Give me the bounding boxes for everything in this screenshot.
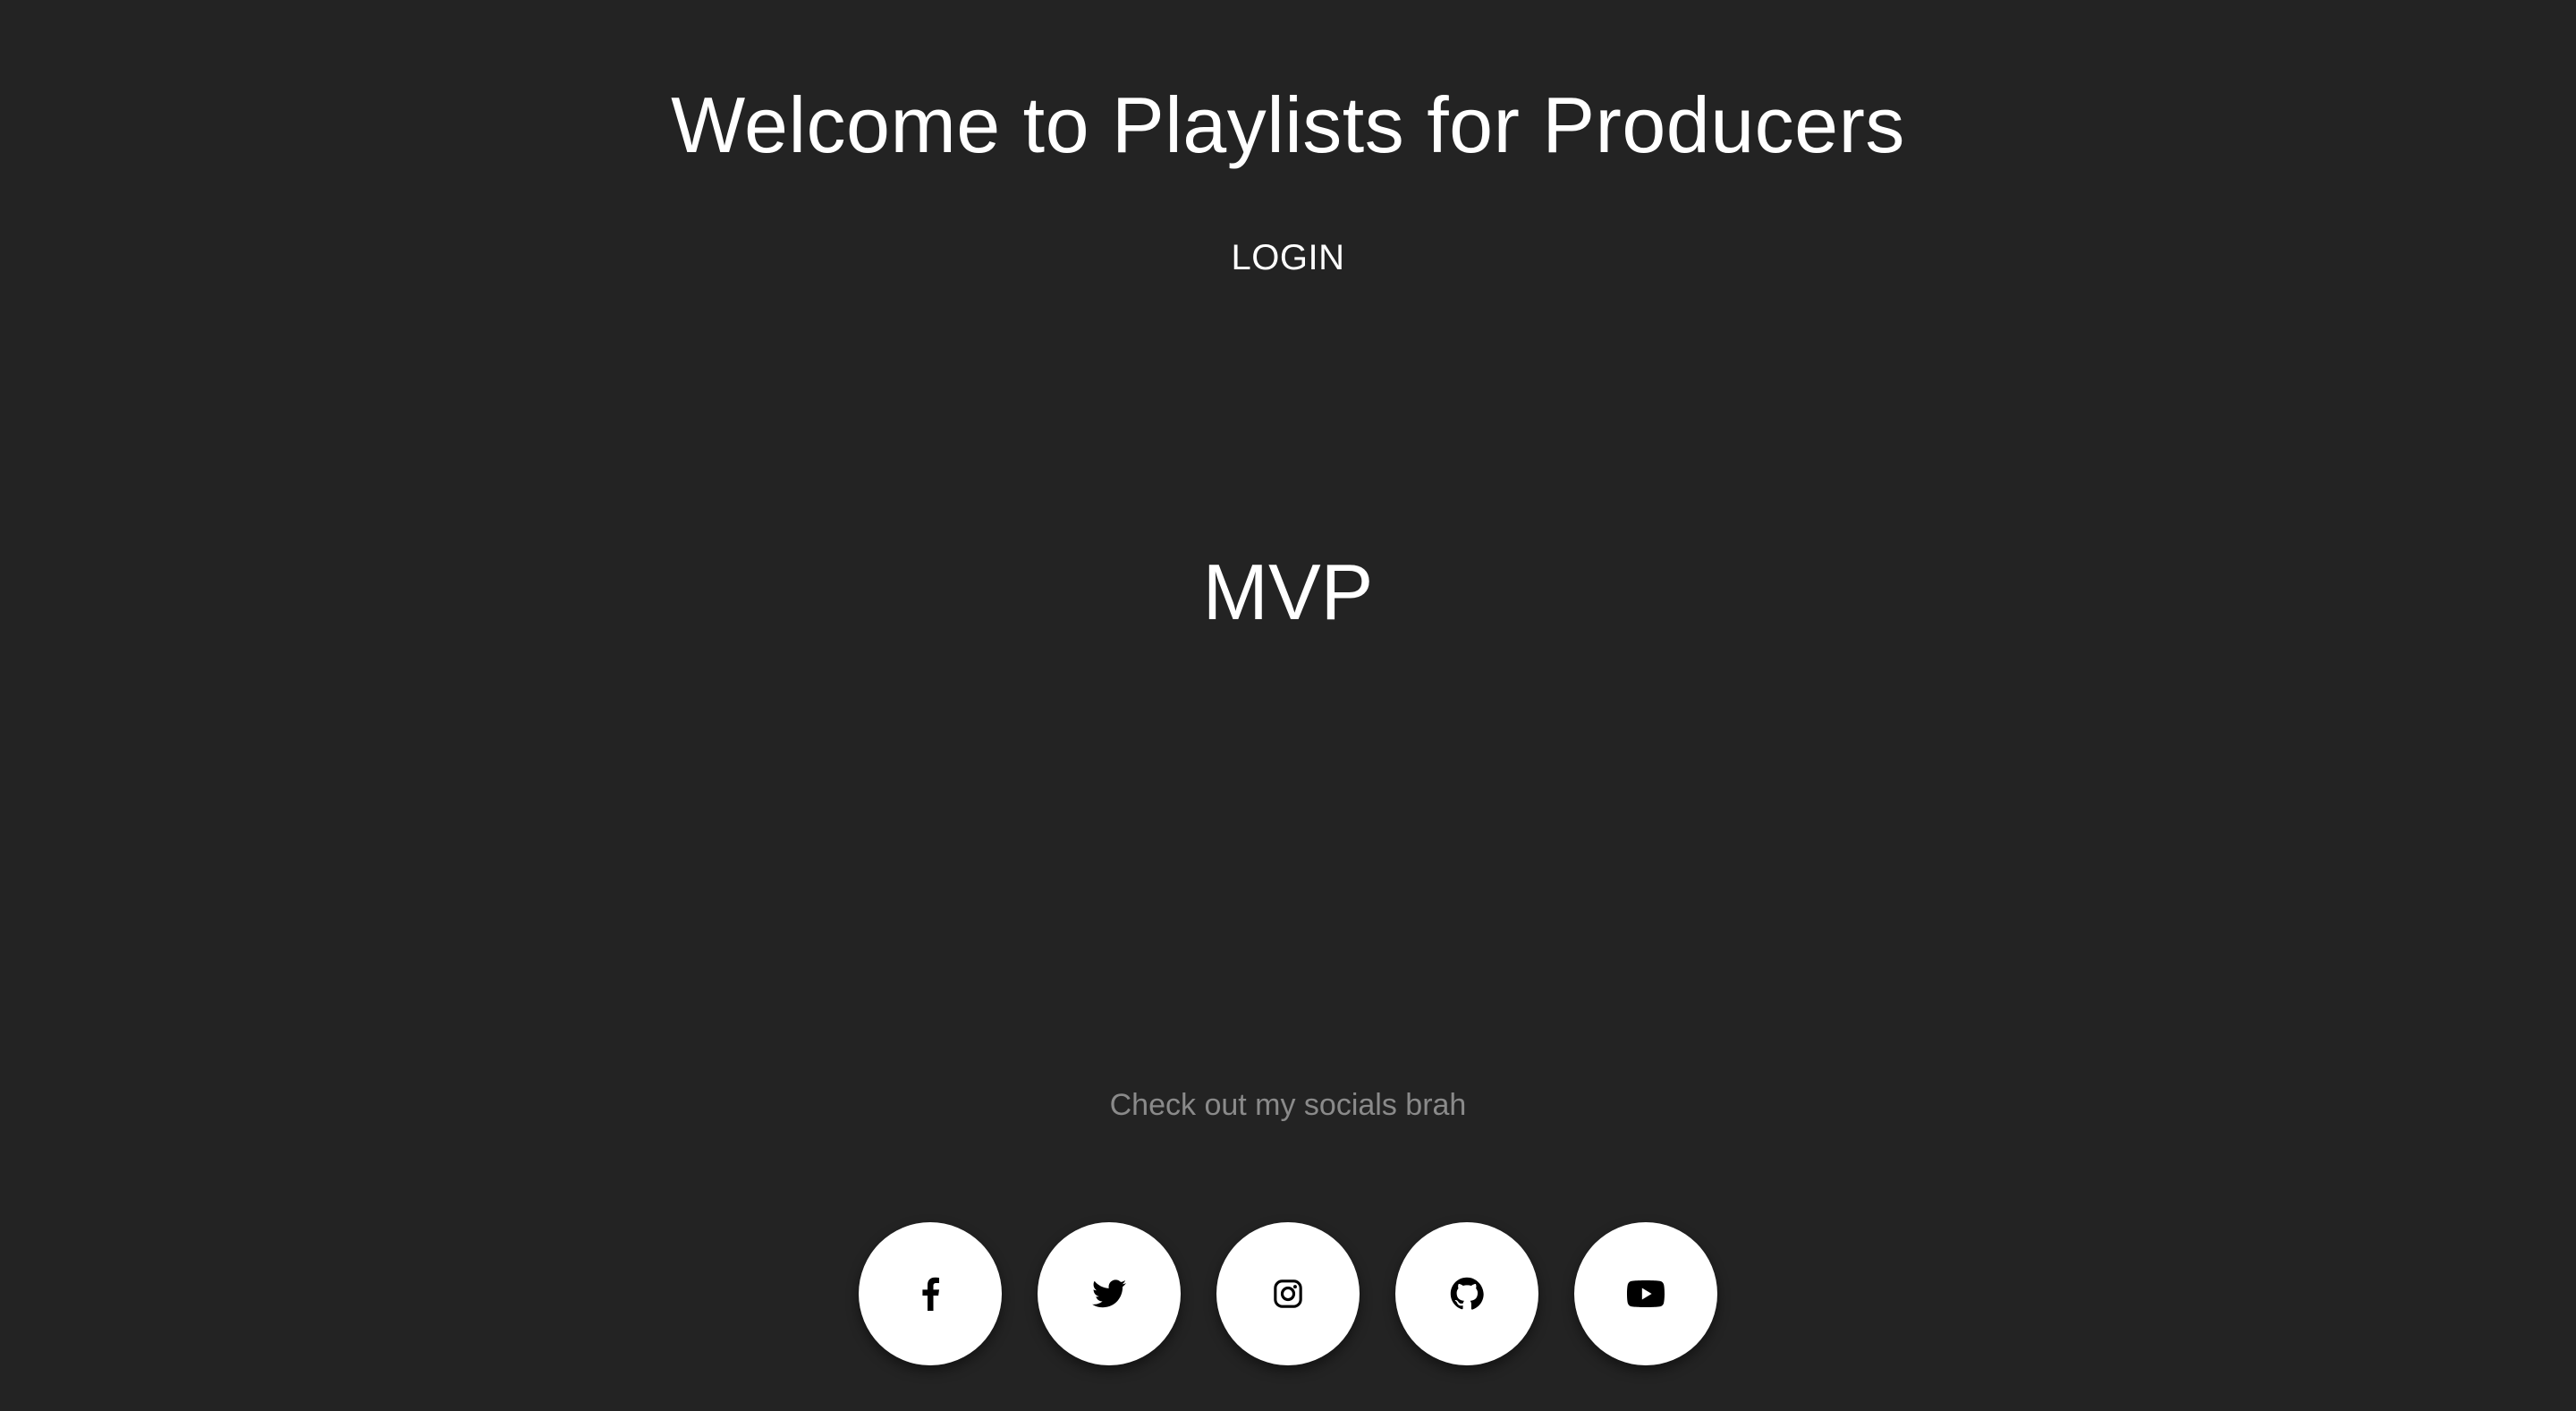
- instagram-icon: [1274, 1279, 1302, 1308]
- youtube-icon: [1627, 1280, 1665, 1307]
- facebook-button[interactable]: [859, 1222, 1002, 1365]
- github-button[interactable]: [1395, 1222, 1538, 1365]
- instagram-button[interactable]: [1216, 1222, 1360, 1365]
- page-title: Welcome to Playlists for Producers: [671, 81, 1905, 169]
- facebook-icon: [922, 1277, 939, 1311]
- social-links: [0, 1222, 2576, 1365]
- socials-caption: Check out my socials brah: [1109, 1088, 1467, 1122]
- twitter-button[interactable]: [1038, 1222, 1181, 1365]
- main-heading: MVP: [1202, 548, 1374, 636]
- github-icon: [1450, 1277, 1484, 1310]
- youtube-button[interactable]: [1574, 1222, 1717, 1365]
- login-button[interactable]: LOGIN: [1210, 231, 1367, 285]
- page: Welcome to Playlists for Producers LOGIN…: [0, 0, 2576, 1411]
- twitter-icon: [1092, 1279, 1126, 1308]
